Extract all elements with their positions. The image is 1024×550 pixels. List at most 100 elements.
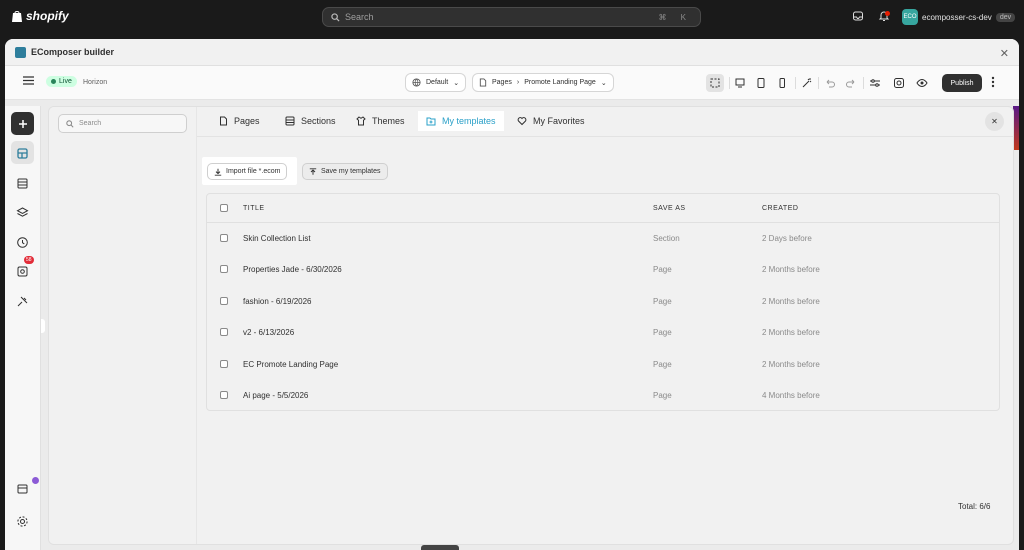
- row-checkbox[interactable]: [220, 328, 228, 336]
- menu-icon[interactable]: [23, 76, 34, 85]
- ecomposer-logo-icon: [15, 47, 26, 58]
- sections-icon: [285, 116, 295, 126]
- divider: [795, 77, 796, 89]
- row-title: fashion - 6/19/2026: [243, 297, 312, 306]
- store-icon[interactable]: [16, 482, 29, 495]
- row-save-as: Page: [653, 360, 672, 369]
- row-title: Skin Collection List: [243, 234, 311, 243]
- breadcrumb-chevron-icon: ›: [516, 79, 520, 86]
- tab-label: Pages: [234, 116, 260, 126]
- search-icon: [331, 12, 340, 22]
- admin-search-placeholder: Search: [345, 12, 374, 22]
- table-row[interactable]: Skin Collection List Section 2 Days befo…: [207, 223, 999, 254]
- magic-tools-icon[interactable]: [801, 77, 813, 89]
- gear-icon[interactable]: [16, 515, 29, 528]
- more-options-icon[interactable]: [990, 75, 996, 89]
- settings-sliders-icon[interactable]: [869, 77, 881, 89]
- row-created: 2 Days before: [762, 234, 812, 243]
- save-my-templates-button[interactable]: Save my templates: [302, 163, 388, 180]
- row-checkbox[interactable]: [220, 265, 228, 273]
- header-save-as: SAVE AS: [653, 205, 686, 212]
- page-type: Pages: [492, 79, 512, 86]
- preview-eye-icon[interactable]: [916, 77, 928, 89]
- tab-my-favorites[interactable]: My Favorites: [509, 111, 593, 131]
- table-header: TITLE SAVE AS CREATED: [207, 194, 999, 223]
- publish-button[interactable]: Publish: [942, 74, 982, 92]
- shopify-topbar: shopify Search ⌘ K ECO ecomposser-cs-dev…: [0, 0, 1024, 34]
- store-name: ecomposser-cs-dev: [922, 12, 992, 22]
- shopify-brand-text: shopify: [26, 9, 69, 23]
- row-save-as: Page: [653, 297, 672, 306]
- store-env-tag: dev: [995, 12, 1016, 22]
- heart-icon: [517, 117, 527, 126]
- row-checkbox[interactable]: [220, 297, 228, 305]
- ai-assistant-icon[interactable]: [893, 77, 905, 89]
- header-title: TITLE: [243, 205, 265, 212]
- templates-table: TITLE SAVE AS CREATED Skin Collection Li…: [206, 193, 1000, 411]
- theme-name: Horizon: [83, 79, 108, 86]
- row-created: 2 Months before: [762, 360, 820, 369]
- table-row[interactable]: EC Promote Landing Page Page 2 Months be…: [207, 349, 999, 380]
- sections-icon[interactable]: [16, 177, 29, 190]
- undo-icon[interactable]: [824, 77, 836, 89]
- row-created: 2 Months before: [762, 297, 820, 306]
- close-window-icon[interactable]: ✕: [1000, 47, 1009, 60]
- bottom-drawer-handle[interactable]: [421, 545, 459, 550]
- divider: [863, 77, 864, 89]
- builder-window: EComposer builder ✕ Live Horizon Default…: [5, 39, 1019, 550]
- row-created: 4 Months before: [762, 391, 820, 400]
- tab-themes[interactable]: Themes: [348, 111, 413, 131]
- row-title: Ai page - 5/5/2026: [243, 391, 309, 400]
- row-save-as: Page: [653, 328, 672, 337]
- shirt-icon: [356, 116, 366, 126]
- apps-icon[interactable]: [16, 265, 29, 278]
- live-status-badge: Live: [46, 76, 77, 87]
- table-row[interactable]: Properties Jade - 6/30/2026 Page 2 Month…: [207, 254, 999, 285]
- history-clock-icon[interactable]: [16, 236, 29, 249]
- desktop-view-icon[interactable]: [734, 77, 746, 89]
- import-file-button[interactable]: Import file *.ecom: [207, 163, 288, 180]
- chevron-down-icon: ⌄: [453, 79, 460, 87]
- rail-collapse-handle[interactable]: [41, 319, 45, 333]
- shopify-bag-icon: [12, 10, 22, 22]
- table-row[interactable]: v2 - 6/13/2026 Page 2 Months before: [207, 317, 999, 348]
- close-modal-button[interactable]: ✕: [985, 112, 1004, 131]
- row-save-as: Page: [653, 265, 672, 274]
- row-created: 2 Months before: [762, 328, 820, 337]
- tools-icon[interactable]: [16, 295, 29, 308]
- inspect-icon: [709, 77, 721, 89]
- row-checkbox[interactable]: [220, 360, 228, 368]
- divider: [818, 77, 819, 89]
- search-shortcut: ⌘ K: [658, 12, 692, 22]
- tab-my-templates[interactable]: My templates: [418, 111, 504, 131]
- tab-label: My Favorites: [533, 116, 585, 126]
- tab-sections[interactable]: Sections: [277, 111, 344, 131]
- page-select[interactable]: Pages › Promote Landing Page ⌄: [472, 73, 614, 92]
- table-row[interactable]: Ai page - 5/5/2026 Page 4 Months before: [207, 380, 999, 411]
- shopify-logo[interactable]: shopify: [11, 9, 69, 23]
- row-checkbox[interactable]: [220, 391, 228, 399]
- folder-icon: [426, 117, 436, 126]
- templates-icon: [16, 147, 29, 160]
- mobile-view-icon[interactable]: [776, 77, 788, 89]
- template-search-input[interactable]: Search: [58, 114, 187, 133]
- store-switcher[interactable]: ECO ecomposser-cs-dev dev: [902, 9, 1016, 25]
- upload-icon: [309, 167, 317, 175]
- inbox-icon[interactable]: [852, 10, 866, 24]
- tablet-view-icon[interactable]: [755, 77, 767, 89]
- download-icon: [214, 168, 222, 176]
- close-icon: ✕: [991, 117, 998, 126]
- layers-icon[interactable]: [16, 206, 29, 219]
- tab-pages[interactable]: Pages: [211, 111, 268, 131]
- redo-icon[interactable]: [845, 77, 857, 89]
- left-rail: 58: [5, 106, 41, 550]
- admin-search-bar[interactable]: Search ⌘ K: [322, 7, 701, 27]
- select-all-checkbox[interactable]: [220, 204, 228, 212]
- row-checkbox[interactable]: [220, 234, 228, 242]
- templates-modal: Search Pages Sections Themes My template…: [48, 106, 1014, 545]
- table-row[interactable]: fashion - 6/19/2026 Page 2 Months before: [207, 286, 999, 317]
- add-element-button[interactable]: [11, 112, 34, 135]
- page-icon: [220, 116, 227, 126]
- globe-icon: [412, 78, 421, 87]
- device-select[interactable]: Default ⌄: [405, 73, 467, 92]
